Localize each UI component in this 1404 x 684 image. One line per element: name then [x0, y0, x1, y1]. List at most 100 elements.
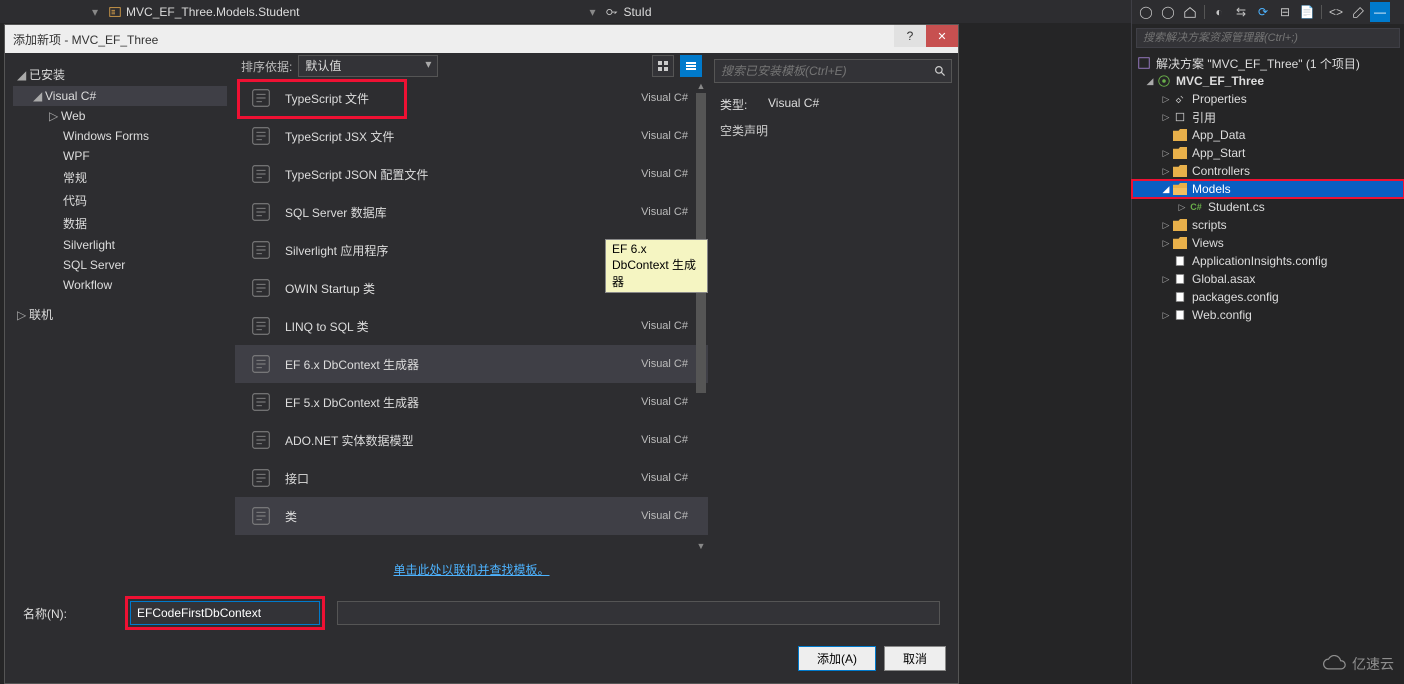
collapse-icon[interactable]: ⊟	[1275, 2, 1295, 22]
template-icon	[247, 274, 275, 302]
scope-icon[interactable]: ◐	[1209, 2, 1229, 22]
view-icons-button[interactable]	[652, 55, 674, 77]
name-input[interactable]	[130, 601, 320, 625]
template-lang: Visual C#	[641, 92, 696, 104]
home-icon[interactable]	[1180, 2, 1200, 22]
search-templates-input[interactable]	[715, 60, 929, 82]
template-name: TypeScript JSX 文件	[285, 128, 641, 145]
student-node[interactable]: ▷C#Student.cs	[1132, 198, 1404, 216]
tree-windows-forms[interactable]: Windows Forms	[13, 126, 227, 146]
template-lang: Visual C#	[641, 206, 696, 218]
appinsights-node[interactable]: ApplicationInsights.config	[1132, 252, 1404, 270]
watermark: 亿速云	[1322, 654, 1394, 674]
tree-code[interactable]: 代码	[13, 189, 227, 212]
template-icon	[247, 350, 275, 378]
template-lang: Visual C#	[641, 130, 696, 142]
references-node[interactable]: ▷引用	[1132, 108, 1404, 126]
template-scrollbar[interactable]: ▲ ▼	[694, 79, 708, 553]
template-name: ADO.NET 实体数据模型	[285, 432, 641, 449]
controllers-node[interactable]: ▷Controllers	[1132, 162, 1404, 180]
class-icon	[108, 5, 122, 19]
template-toolbar: 排序依据: 默认值	[235, 53, 708, 79]
tree-silverlight[interactable]: Silverlight	[13, 235, 227, 255]
help-button[interactable]: ?	[894, 25, 926, 47]
scroll-down-icon[interactable]: ▼	[694, 539, 708, 553]
scroll-up-icon[interactable]: ▲	[694, 79, 708, 93]
sync-icon[interactable]: ⇆	[1231, 2, 1251, 22]
back-icon[interactable]: ◯	[1136, 2, 1156, 22]
template-name: LINQ to SQL 类	[285, 318, 641, 335]
search-icon[interactable]	[929, 60, 951, 82]
template-lang: Visual C#	[641, 168, 696, 180]
add-button[interactable]: 添加(A)	[798, 646, 876, 671]
forward-icon[interactable]: ◯	[1158, 2, 1178, 22]
template-row[interactable]: EF 6.x DbContext 生成器Visual C#	[235, 345, 708, 383]
template-row[interactable]: 接口Visual C#	[235, 459, 708, 497]
template-row[interactable]: TypeScript JSX 文件Visual C#	[235, 117, 708, 155]
tree-sql-server[interactable]: SQL Server	[13, 255, 227, 275]
template-icon	[247, 122, 275, 150]
cancel-button[interactable]: 取消	[884, 646, 946, 671]
explorer-tree: 解决方案 "MVC_EF_Three" (1 个项目) ◢MVC_EF_Thre…	[1132, 52, 1404, 684]
detail-type-row: 类型: Visual C#	[714, 93, 952, 116]
template-name: Silverlight 应用程序	[285, 242, 641, 259]
packages-node[interactable]: packages.config	[1132, 288, 1404, 306]
models-node[interactable]: ◢Models	[1132, 180, 1404, 198]
tree-data[interactable]: 数据	[13, 212, 227, 235]
preview-icon[interactable]: —	[1370, 2, 1390, 22]
template-row[interactable]: LINQ to SQL 类Visual C#	[235, 307, 708, 345]
tree-wpf[interactable]: WPF	[13, 146, 227, 166]
code-view-icon[interactable]: <>	[1326, 2, 1346, 22]
template-row[interactable]: EF 5.x DbContext 生成器Visual C#	[235, 383, 708, 421]
appdata-node[interactable]: App_Data	[1132, 126, 1404, 144]
webconfig-node[interactable]: ▷Web.config	[1132, 306, 1404, 324]
view-list-button[interactable]	[680, 55, 702, 77]
online-templates-link[interactable]: 单击此处以联机并查找模板。	[393, 563, 549, 577]
template-name: TypeScript JSON 配置文件	[285, 166, 641, 183]
tree-web[interactable]: ▷Web	[13, 106, 227, 126]
scripts-node[interactable]: ▷scripts	[1132, 216, 1404, 234]
template-row[interactable]: TypeScript 文件Visual C#	[235, 79, 708, 117]
template-lang: Visual C#	[641, 396, 696, 408]
solution-node[interactable]: 解决方案 "MVC_EF_Three" (1 个项目)	[1132, 54, 1404, 72]
tree-workflow[interactable]: Workflow	[13, 275, 227, 295]
explorer-search-input[interactable]	[1136, 28, 1400, 48]
breadcrumb-member-text: StuId	[623, 5, 651, 19]
dialog-titlebar[interactable]: 添加新项 - MVC_EF_Three ? ✕	[5, 25, 958, 53]
breadcrumb-member[interactable]: StuId	[597, 5, 659, 19]
csharp-file-icon: C#	[1188, 199, 1204, 215]
search-templates-box	[714, 59, 952, 83]
name-input-extended[interactable]	[337, 601, 940, 625]
sort-select[interactable]: 默认值	[298, 55, 438, 77]
template-icon	[247, 312, 275, 340]
template-name: 接口	[285, 470, 641, 487]
template-row[interactable]: 类Visual C#	[235, 497, 708, 535]
template-lang: Visual C#	[641, 320, 696, 332]
tree-online[interactable]: ▷联机	[13, 303, 227, 326]
template-list: TypeScript 文件Visual C#TypeScript JSX 文件V…	[235, 79, 708, 553]
appstart-node[interactable]: ▷App_Start	[1132, 144, 1404, 162]
views-node[interactable]: ▷Views	[1132, 234, 1404, 252]
refresh-icon[interactable]: ⟳	[1253, 2, 1273, 22]
breadcrumb-class-text: MVC_EF_Three.Models.Student	[126, 5, 299, 19]
property-icon	[605, 5, 619, 19]
tree-installed[interactable]: ◢已安装	[13, 63, 227, 86]
template-row[interactable]: ADO.NET 实体数据模型Visual C#	[235, 421, 708, 459]
detail-type-label: 类型:	[720, 96, 768, 113]
add-new-item-dialog: 添加新项 - MVC_EF_Three ? ✕ ◢已安装 ◢Visual C# …	[4, 24, 959, 684]
showall-icon[interactable]: 📄	[1297, 2, 1317, 22]
template-row[interactable]: SQL Server 数据库Visual C#	[235, 193, 708, 231]
dialog-buttons: 添加(A) 取消	[5, 640, 958, 683]
globalasax-node[interactable]: ▷Global.asax	[1132, 270, 1404, 288]
folder-icon	[1173, 237, 1187, 249]
tree-visual-csharp[interactable]: ◢Visual C#	[13, 86, 227, 106]
tree-general[interactable]: 常规	[13, 166, 227, 189]
template-name: SQL Server 数据库	[285, 204, 641, 221]
folder-icon	[1173, 165, 1187, 177]
close-button[interactable]: ✕	[926, 25, 958, 47]
properties-node[interactable]: ▷Properties	[1132, 90, 1404, 108]
breadcrumb-class[interactable]: MVC_EF_Three.Models.Student	[100, 5, 307, 19]
project-node[interactable]: ◢MVC_EF_Three	[1132, 72, 1404, 90]
template-row[interactable]: TypeScript JSON 配置文件Visual C#	[235, 155, 708, 193]
properties-icon[interactable]	[1348, 2, 1368, 22]
